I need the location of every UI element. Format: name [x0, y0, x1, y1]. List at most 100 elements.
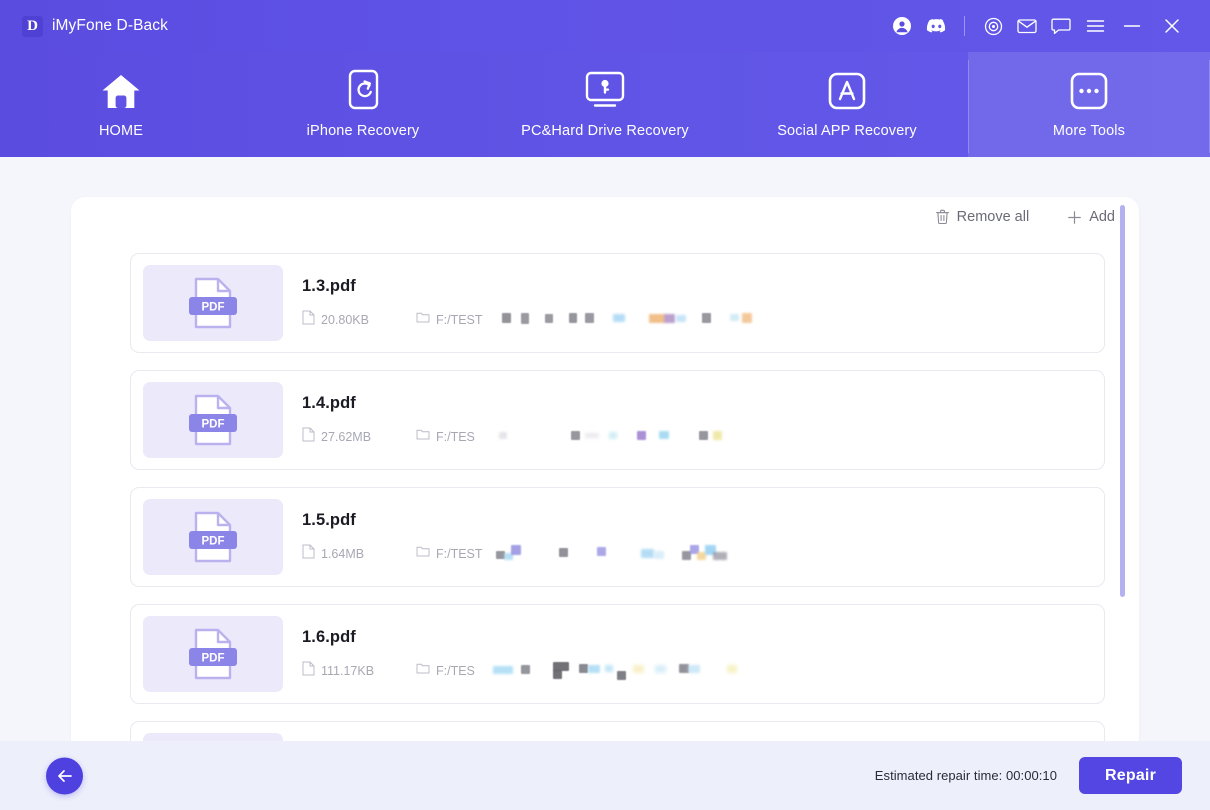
document-icon: [302, 544, 315, 564]
file-size: 1.64MB: [321, 547, 364, 561]
nav-item-pc-hard-drive-recovery[interactable]: PC&Hard Drive Recovery: [484, 52, 726, 157]
account-icon[interactable]: [885, 9, 919, 43]
document-icon: [302, 661, 315, 681]
file-panel: Remove all Add: [71, 197, 1139, 762]
scrollbar-thumb[interactable]: [1120, 205, 1125, 597]
table-row[interactable]: PDF 1.6.pdf: [130, 604, 1105, 704]
phone-refresh-icon: [348, 70, 379, 110]
nav-item-more-tools[interactable]: More Tools: [968, 52, 1210, 157]
redacted-path-blocks: [491, 545, 755, 563]
svg-text:PDF: PDF: [202, 536, 225, 548]
file-path-group: F:/TEST: [416, 311, 755, 329]
pdf-file-icon: PDF: [185, 508, 241, 566]
panel-actions: Remove all Add: [935, 209, 1115, 225]
minimize-icon[interactable]: [1112, 9, 1152, 43]
home-icon: [100, 70, 142, 110]
file-path-group: F:/TES: [416, 662, 747, 680]
titlebar-controls: [885, 9, 1210, 43]
app-title: iMyFone D-Back: [52, 17, 168, 35]
file-path: F:/TES: [436, 664, 475, 678]
main-navigation: HOME iPhone Recovery: [0, 52, 1210, 157]
add-button[interactable]: Add: [1067, 209, 1115, 225]
svg-text:PDF: PDF: [202, 653, 225, 665]
redacted-path-blocks: [491, 311, 755, 329]
remove-all-label: Remove all: [957, 209, 1030, 225]
appstore-icon: [828, 70, 866, 110]
app-logo-icon: D: [22, 16, 43, 37]
file-name: 1.5.pdf: [302, 511, 1104, 530]
monitor-key-icon: [584, 70, 626, 110]
nav-label-social-app-recovery: Social APP Recovery: [777, 123, 917, 139]
file-list: PDF 1.3.pdf: [71, 253, 1139, 762]
trash-icon: [935, 209, 950, 225]
arrow-left-icon: [56, 768, 74, 783]
target-icon[interactable]: [976, 9, 1010, 43]
repair-button[interactable]: Repair: [1079, 757, 1182, 794]
nav-item-social-app-recovery[interactable]: Social APP Recovery: [726, 52, 968, 157]
file-info: 1.5.pdf 1.64MB: [302, 511, 1104, 564]
file-name: 1.4.pdf: [302, 394, 1104, 413]
file-size: 111.17KB: [321, 664, 374, 678]
folder-icon: [416, 662, 430, 680]
table-row[interactable]: PDF 1.4.pdf: [130, 370, 1105, 470]
file-size-group: 1.64MB: [302, 544, 416, 564]
file-size-group: 111.17KB: [302, 661, 416, 681]
table-row[interactable]: PDF 1.5.pdf: [130, 487, 1105, 587]
footer-right: Estimated repair time: 00:00:10 Repair: [875, 757, 1210, 794]
document-icon: [302, 427, 315, 447]
folder-icon: [416, 428, 430, 446]
file-thumbnail: PDF: [143, 265, 283, 341]
brand: D iMyFone D-Back: [0, 16, 168, 37]
table-row[interactable]: PDF 1.3.pdf: [130, 253, 1105, 353]
discord-icon[interactable]: [919, 9, 953, 43]
file-path: F:/TEST: [436, 547, 483, 561]
file-path: F:/TES: [436, 430, 475, 444]
file-info: 1.4.pdf 27.62MB: [302, 394, 1104, 447]
file-info: 1.3.pdf 20.80KB: [302, 277, 1104, 330]
file-path-group: F:/TEST: [416, 545, 755, 563]
file-name: 1.3.pdf: [302, 277, 1104, 296]
pdf-file-icon: PDF: [185, 625, 241, 683]
file-size: 20.80KB: [321, 313, 369, 327]
pdf-file-icon: PDF: [185, 391, 241, 449]
mail-icon[interactable]: [1010, 9, 1044, 43]
document-icon: [302, 310, 315, 330]
chat-icon[interactable]: [1044, 9, 1078, 43]
add-label: Add: [1089, 209, 1115, 225]
file-info: 1.6.pdf 111.17KB: [302, 628, 1104, 681]
file-name: 1.6.pdf: [302, 628, 1104, 647]
file-thumbnail: PDF: [143, 382, 283, 458]
file-thumbnail: PDF: [143, 616, 283, 692]
ellipsis-box-icon: [1070, 70, 1108, 110]
back-button[interactable]: [46, 757, 83, 794]
svg-text:PDF: PDF: [202, 419, 225, 431]
nav-label-home: HOME: [99, 123, 143, 139]
nav-item-iphone-recovery[interactable]: iPhone Recovery: [242, 52, 484, 157]
footer-bar: Estimated repair time: 00:00:10 Repair: [0, 741, 1210, 810]
file-meta: 27.62MB F:/TES: [302, 427, 1104, 447]
file-thumbnail: PDF: [143, 499, 283, 575]
file-meta: 1.64MB F:/TEST: [302, 544, 1104, 564]
nav-label-iphone-recovery: iPhone Recovery: [307, 123, 420, 139]
nav-item-home[interactable]: HOME: [0, 52, 242, 157]
title-bar: D iMyFone D-Back: [0, 0, 1210, 52]
content-area: Remove all Add: [0, 157, 1210, 810]
file-size-group: 27.62MB: [302, 427, 416, 447]
nav-label-more-tools: More Tools: [1053, 123, 1125, 139]
redacted-path-blocks: [483, 662, 747, 680]
file-size: 27.62MB: [321, 430, 371, 444]
titlebar-divider: [964, 16, 965, 36]
remove-all-button[interactable]: Remove all: [935, 209, 1030, 225]
folder-icon: [416, 311, 430, 329]
file-meta: 20.80KB F:/TEST: [302, 310, 1104, 330]
redacted-path-blocks: [483, 428, 747, 446]
file-path: F:/TEST: [436, 313, 483, 327]
pdf-file-icon: PDF: [185, 274, 241, 332]
nav-label-pc-hard-drive-recovery: PC&Hard Drive Recovery: [521, 123, 689, 139]
close-icon[interactable]: [1152, 9, 1192, 43]
file-path-group: F:/TES: [416, 428, 747, 446]
estimated-repair-time: Estimated repair time: 00:00:10: [875, 768, 1057, 783]
scrollbar-track[interactable]: [1120, 205, 1125, 666]
menu-icon[interactable]: [1078, 9, 1112, 43]
application-window: D iMyFone D-Back: [0, 0, 1210, 810]
